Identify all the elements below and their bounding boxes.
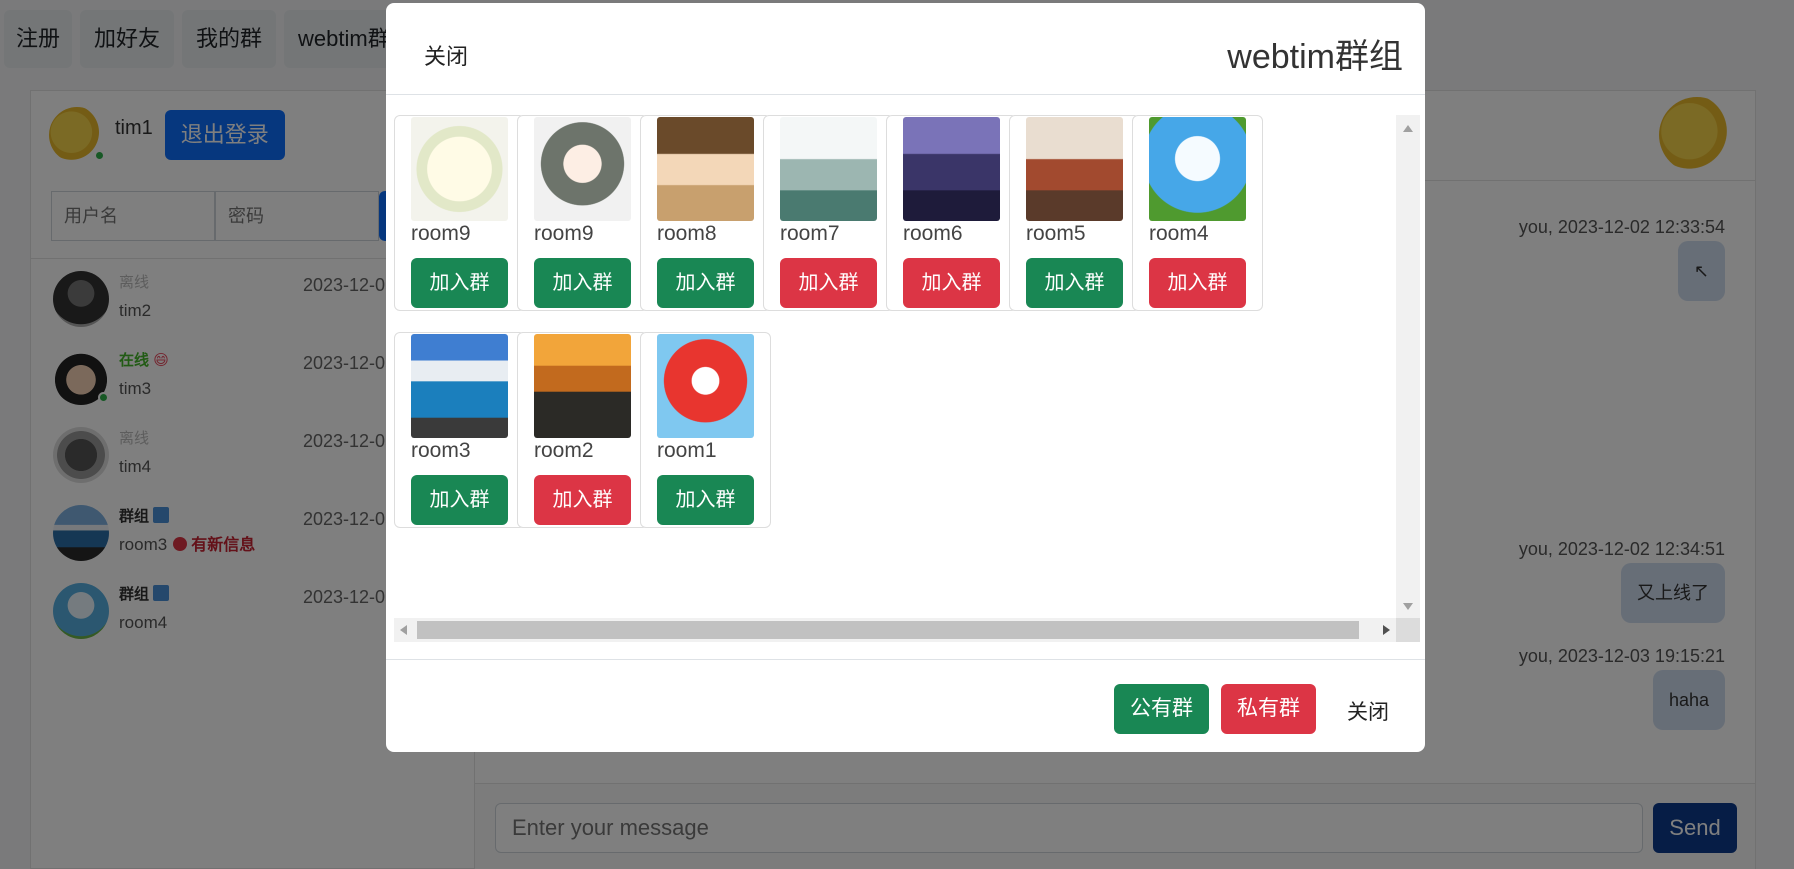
scroll-down-icon[interactable] — [1403, 603, 1413, 610]
room-image — [657, 117, 754, 221]
scrollbar-corner — [1396, 618, 1420, 642]
room-image — [1149, 117, 1246, 221]
room-name: room6 — [903, 222, 963, 245]
room-name: room1 — [657, 439, 717, 462]
room-image — [411, 117, 508, 221]
public-group-button[interactable]: 公有群 — [1114, 684, 1209, 734]
room-image — [534, 117, 631, 221]
room-grid: room9 加入群 room9 加入群 room8 加入群 room7 加入群 room6 加入群… — [394, 115, 1394, 618]
room-card: room5 加入群 — [1009, 115, 1140, 311]
join-group-button[interactable]: 加入群 — [903, 258, 1000, 308]
room-card: room6 加入群 — [886, 115, 1017, 311]
room-card: room3 加入群 — [394, 332, 525, 528]
room-name: room9 — [411, 222, 471, 245]
room-name: room4 — [1149, 222, 1209, 245]
join-group-button[interactable]: 加入群 — [1026, 258, 1123, 308]
scroll-up-icon[interactable] — [1403, 125, 1413, 132]
room-name: room8 — [657, 222, 717, 245]
join-group-button[interactable]: 加入群 — [657, 475, 754, 525]
modal-title: webtim群组 — [1227, 38, 1403, 76]
room-card: room7 加入群 — [763, 115, 894, 311]
room-name: room7 — [780, 222, 840, 245]
group-modal: 关闭 webtim群组 room9 加入群 room9 加入群 room8 加入群 room… — [386, 3, 1425, 752]
room-image — [903, 117, 1000, 221]
room-card: room9 加入群 — [517, 115, 648, 311]
room-card: room8 加入群 — [640, 115, 771, 311]
room-card: room9 加入群 — [394, 115, 525, 311]
room-image — [780, 117, 877, 221]
vertical-scrollbar[interactable] — [1396, 115, 1420, 618]
room-card: room4 加入群 — [1132, 115, 1263, 311]
join-group-button[interactable]: 加入群 — [411, 258, 508, 308]
join-group-button[interactable]: 加入群 — [534, 475, 631, 525]
join-group-button[interactable]: 加入群 — [657, 258, 754, 308]
room-name: room3 — [411, 439, 471, 462]
join-group-button[interactable]: 加入群 — [780, 258, 877, 308]
join-group-button[interactable]: 加入群 — [411, 475, 508, 525]
room-card: room1 加入群 — [640, 332, 771, 528]
modal-header: 关闭 webtim群组 — [386, 3, 1425, 95]
modal-footer: 公有群 私有群 关闭 — [386, 659, 1425, 752]
room-image — [657, 334, 754, 438]
horizontal-scrollbar[interactable] — [394, 618, 1396, 642]
scroll-right-icon[interactable] — [1383, 625, 1390, 635]
room-name: room2 — [534, 439, 594, 462]
room-name: room5 — [1026, 222, 1086, 245]
join-group-button[interactable]: 加入群 — [1149, 258, 1246, 308]
join-group-button[interactable]: 加入群 — [534, 258, 631, 308]
modal-body: room9 加入群 room9 加入群 room8 加入群 room7 加入群 room6 加入群… — [394, 115, 1420, 642]
private-group-button[interactable]: 私有群 — [1221, 684, 1316, 734]
room-image — [534, 334, 631, 438]
scrollbar-thumb[interactable] — [417, 621, 1359, 639]
room-image — [1026, 117, 1123, 221]
room-name: room9 — [534, 222, 594, 245]
room-card: room2 加入群 — [517, 332, 648, 528]
close-button-top[interactable]: 关闭 — [424, 39, 468, 71]
scroll-left-icon[interactable] — [400, 625, 407, 635]
room-image — [411, 334, 508, 438]
close-button-bottom[interactable]: 关闭 — [1347, 696, 1389, 726]
